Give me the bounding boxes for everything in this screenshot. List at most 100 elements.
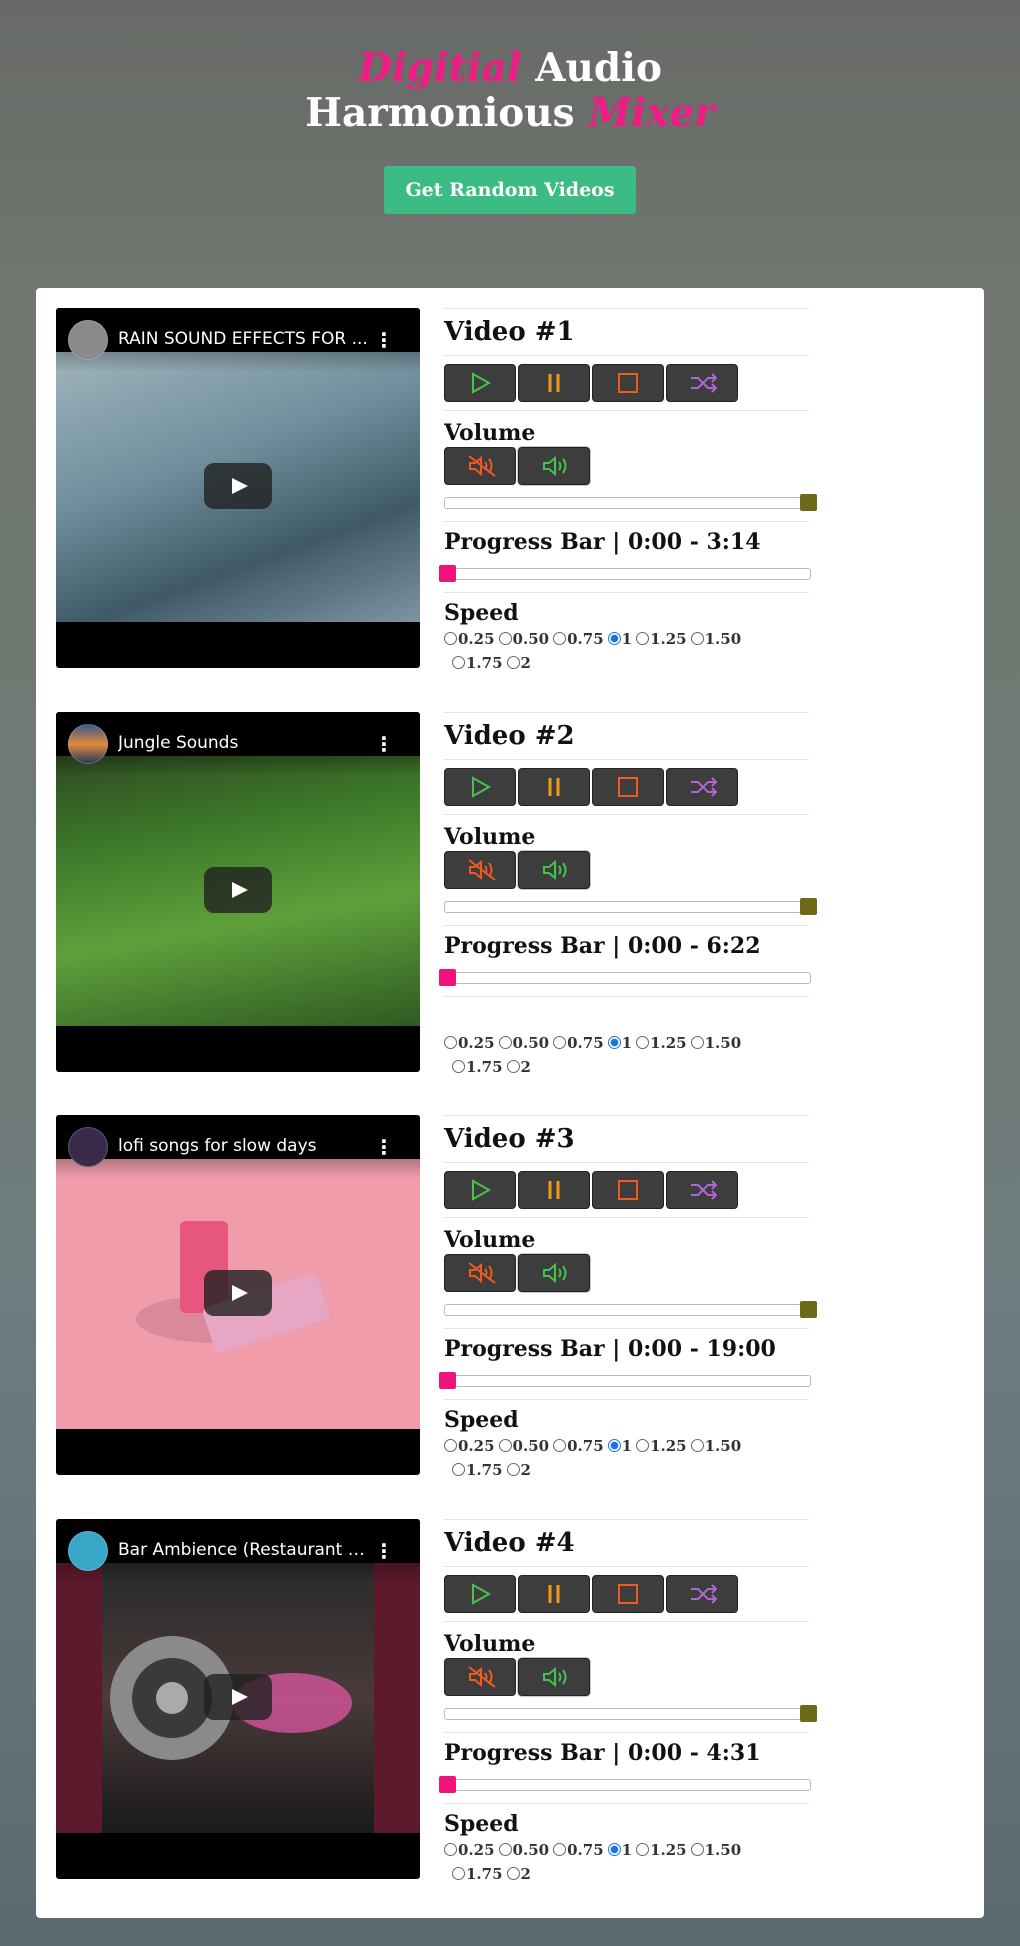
shuffle-button[interactable] — [666, 364, 738, 402]
youtube-play-icon[interactable] — [204, 1674, 272, 1720]
more-vert-icon[interactable]: ⋮ — [374, 328, 394, 352]
shuffle-button[interactable] — [666, 1575, 738, 1613]
speed-radio[interactable] — [444, 1439, 457, 1452]
more-vert-icon[interactable]: ⋮ — [374, 732, 394, 756]
speed-option[interactable]: 0.50 — [498, 630, 549, 648]
speed-radio[interactable] — [690, 1843, 704, 1856]
speed-radio[interactable] — [553, 1036, 567, 1049]
get-random-videos-button[interactable]: Get Random Videos — [384, 166, 636, 214]
speed-radio-selected[interactable] — [607, 1843, 621, 1856]
unmute-button[interactable] — [518, 851, 590, 889]
speed-radio[interactable] — [498, 1439, 512, 1452]
speed-radio[interactable] — [498, 1036, 512, 1049]
speed-option[interactable]: 0.75 — [553, 1437, 604, 1455]
speed-option[interactable]: 1.25 — [636, 1034, 687, 1052]
speed-radio[interactable] — [690, 1439, 704, 1452]
player-title[interactable]: Bar Ambience (Restaurant P... — [118, 1540, 368, 1560]
volume-slider[interactable] — [444, 898, 817, 915]
speed-radio[interactable] — [452, 1463, 465, 1476]
channel-avatar[interactable] — [68, 1531, 108, 1571]
player-title[interactable]: lofi songs for slow days — [118, 1136, 368, 1156]
speed-radio[interactable] — [452, 656, 465, 669]
stop-button[interactable] — [592, 1575, 664, 1613]
video-player-1[interactable]: RAIN SOUND EFFECTS FOR ... ⋮ — [56, 308, 420, 668]
speed-option[interactable]: 1.25 — [636, 1437, 687, 1455]
unmute-button[interactable] — [518, 447, 590, 485]
volume-slider-thumb[interactable] — [800, 1301, 817, 1318]
progress-slider-thumb[interactable] — [439, 1776, 456, 1793]
speed-option[interactable]: 0.75 — [553, 630, 604, 648]
video-player-3[interactable]: lofi songs for slow days ⋮ — [56, 1115, 420, 1475]
speed-radio[interactable] — [553, 1843, 567, 1856]
speed-option[interactable]: 1.75 — [452, 654, 503, 672]
volume-slider-thumb[interactable] — [800, 494, 817, 511]
speed-option[interactable]: 1.75 — [452, 1865, 503, 1883]
speed-option[interactable]: 0.75 — [553, 1841, 604, 1859]
speed-radio[interactable] — [452, 1060, 465, 1073]
speed-radio[interactable] — [690, 1036, 704, 1049]
speed-option[interactable]: 1.25 — [636, 1841, 687, 1859]
speed-option[interactable]: 0.25 — [444, 1034, 495, 1052]
unmute-button[interactable] — [518, 1254, 590, 1292]
mute-button[interactable] — [444, 1254, 516, 1292]
speed-option[interactable]: 0.75 — [553, 1034, 604, 1052]
progress-slider[interactable] — [439, 1372, 811, 1389]
speed-option[interactable]: 0.25 — [444, 1841, 495, 1859]
mute-button[interactable] — [444, 1658, 516, 1696]
speed-radio[interactable] — [506, 1463, 520, 1476]
speed-radio-selected[interactable] — [607, 632, 621, 645]
speed-option[interactable]: 2 — [506, 1461, 531, 1479]
youtube-play-icon[interactable] — [204, 463, 272, 509]
volume-slider-thumb[interactable] — [800, 898, 817, 915]
progress-slider-thumb[interactable] — [439, 969, 456, 986]
speed-option[interactable]: 1.50 — [690, 630, 741, 648]
speed-option[interactable]: 1.50 — [690, 1437, 741, 1455]
speed-option[interactable]: 1.25 — [636, 630, 687, 648]
stop-button[interactable] — [592, 768, 664, 806]
speed-radio[interactable] — [636, 1439, 650, 1452]
speed-radio[interactable] — [506, 656, 520, 669]
video-player-4[interactable]: Bar Ambience (Restaurant P... ⋮ — [56, 1519, 420, 1879]
volume-slider[interactable] — [444, 494, 817, 511]
more-vert-icon[interactable]: ⋮ — [374, 1135, 394, 1159]
play-button[interactable] — [444, 364, 516, 402]
speed-option[interactable]: 0.50 — [498, 1034, 549, 1052]
speed-radio[interactable] — [636, 1843, 650, 1856]
speed-radio[interactable] — [444, 632, 457, 645]
speed-radio[interactable] — [553, 1439, 567, 1452]
speed-option[interactable]: 0.25 — [444, 1437, 495, 1455]
channel-avatar[interactable] — [68, 724, 108, 764]
youtube-play-icon[interactable] — [204, 867, 272, 913]
pause-button[interactable] — [518, 1171, 590, 1209]
speed-option[interactable]: 1.75 — [452, 1461, 503, 1479]
speed-radio[interactable] — [553, 632, 567, 645]
speed-radio[interactable] — [498, 1843, 512, 1856]
speed-radio[interactable] — [506, 1867, 520, 1880]
shuffle-button[interactable] — [666, 1171, 738, 1209]
more-vert-icon[interactable]: ⋮ — [374, 1539, 394, 1563]
speed-radio-selected[interactable] — [607, 1036, 621, 1049]
speed-radio[interactable] — [444, 1843, 457, 1856]
stop-button[interactable] — [592, 364, 664, 402]
speed-option[interactable]: 1.50 — [690, 1034, 741, 1052]
volume-slider[interactable] — [444, 1301, 817, 1318]
youtube-play-icon[interactable] — [204, 1270, 272, 1316]
progress-slider[interactable] — [439, 969, 811, 986]
speed-radio[interactable] — [690, 632, 704, 645]
volume-slider[interactable] — [444, 1705, 817, 1722]
pause-button[interactable] — [518, 364, 590, 402]
speed-radio[interactable] — [506, 1060, 520, 1073]
unmute-button[interactable] — [518, 1658, 590, 1696]
speed-option[interactable]: 1 — [607, 1841, 632, 1859]
speed-radio[interactable] — [636, 1036, 650, 1049]
play-button[interactable] — [444, 768, 516, 806]
play-button[interactable] — [444, 1575, 516, 1613]
mute-button[interactable] — [444, 447, 516, 485]
speed-radio[interactable] — [498, 632, 512, 645]
speed-option[interactable]: 2 — [506, 1865, 531, 1883]
speed-option[interactable]: 2 — [506, 1058, 531, 1076]
speed-option[interactable]: 0.50 — [498, 1437, 549, 1455]
video-player-2[interactable]: Jungle Sounds ⋮ — [56, 712, 420, 1072]
play-button[interactable] — [444, 1171, 516, 1209]
progress-slider[interactable] — [439, 1776, 811, 1793]
